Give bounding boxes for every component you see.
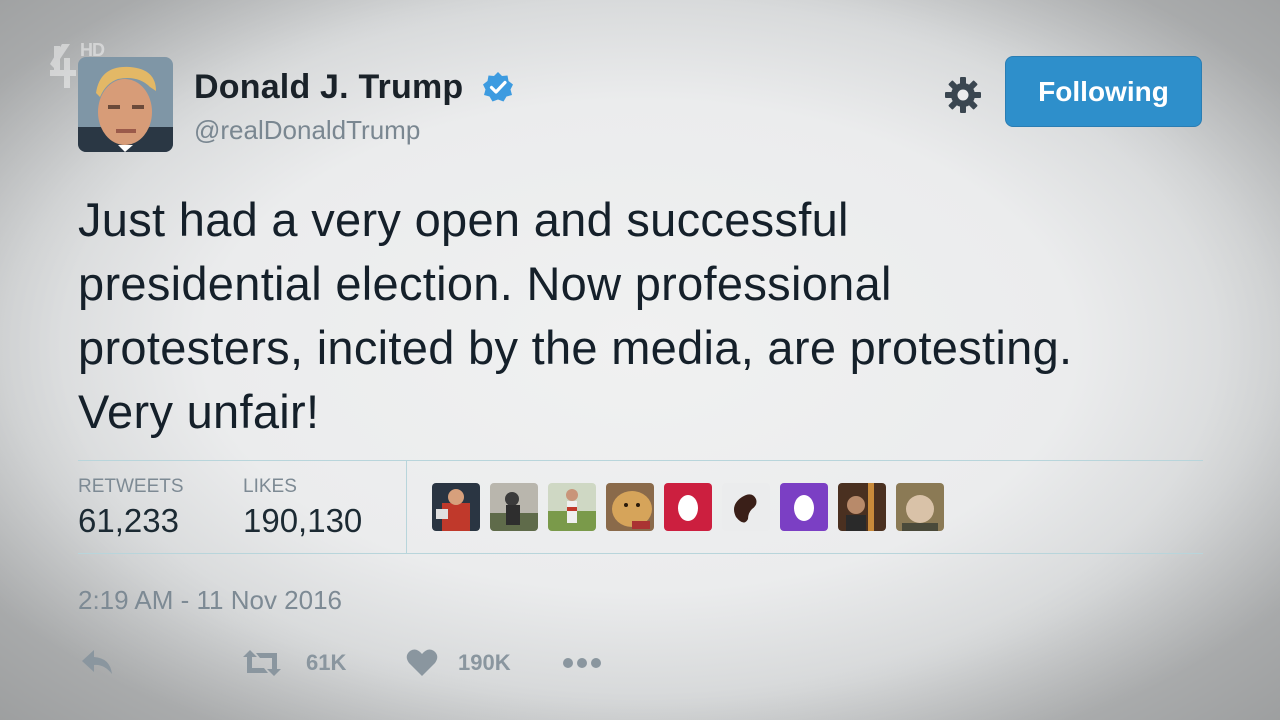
default-egg-avatar-red[interactable] [664, 483, 712, 531]
liker-avatar[interactable] [490, 483, 538, 531]
liker-avatar[interactable] [548, 483, 596, 531]
liker-avatars [432, 483, 944, 531]
gear-icon[interactable] [944, 76, 982, 114]
more-options-button[interactable] [562, 648, 602, 678]
likes-count[interactable]: 190,130 [243, 502, 362, 540]
more-dots-icon [563, 658, 601, 668]
retweet-count: 61K [306, 650, 347, 675]
bean-avatar[interactable] [722, 483, 770, 531]
tweet-text-line: protesters, incited by the media, are pr… [78, 321, 1073, 374]
retweets-label[interactable]: RETWEETS [78, 476, 184, 498]
retweet-button[interactable]: 61K [242, 648, 346, 678]
tweet-text: Just had a very open and successful pres… [78, 188, 1208, 444]
like-button[interactable]: 190K [406, 648, 511, 678]
tweet-text-line: Very unfair! [78, 385, 320, 438]
author-handle[interactable]: @realDonaldTrump [194, 115, 420, 146]
heart-icon [406, 649, 438, 676]
stats-top-divider [78, 460, 1203, 461]
liker-avatar[interactable] [838, 483, 886, 531]
liker-avatar[interactable] [606, 483, 654, 531]
retweets-count[interactable]: 61,233 [78, 502, 179, 540]
verified-badge-icon [482, 71, 514, 103]
stats-vertical-divider [406, 460, 407, 554]
liker-avatar[interactable] [432, 483, 480, 531]
default-egg-avatar-purple[interactable] [780, 483, 828, 531]
like-count: 190K [458, 650, 511, 675]
following-button[interactable]: Following [1005, 56, 1202, 127]
reply-icon [82, 650, 112, 674]
stats-bottom-divider [78, 553, 1203, 554]
tweet-text-line: presidential election. Now professional [78, 257, 892, 310]
tweet-timestamp[interactable]: 2:19 AM - 11 Nov 2016 [78, 585, 342, 616]
tweet-text-line: Just had a very open and successful [78, 193, 849, 246]
author-avatar[interactable] [78, 57, 173, 152]
likes-label[interactable]: LIKES [243, 476, 297, 498]
reply-button[interactable] [80, 648, 114, 676]
author-name[interactable]: Donald J. Trump [194, 68, 463, 107]
liker-avatar[interactable] [896, 483, 944, 531]
retweet-icon [243, 650, 281, 676]
